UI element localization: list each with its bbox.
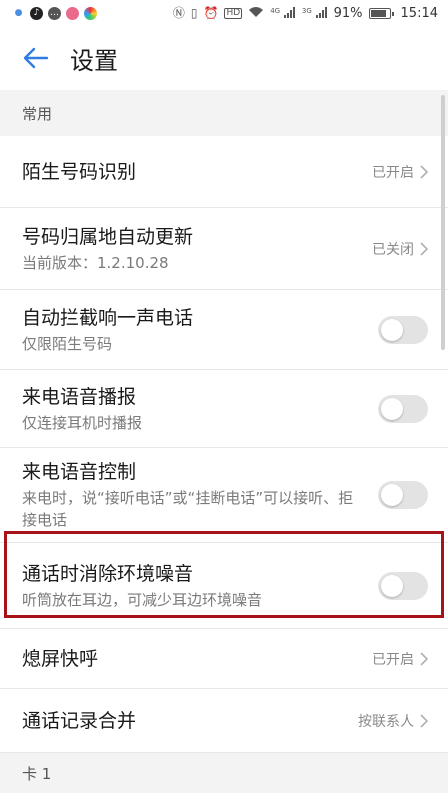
browser-icon [66, 6, 79, 20]
signal-4g-icon: 4G [270, 6, 296, 20]
chevron-right-icon [420, 164, 428, 179]
tiktok-icon: ♪ [30, 6, 43, 20]
row-value: 已关闭 [372, 239, 428, 259]
nfc-icon: Ⓝ [172, 6, 185, 20]
battery-percent: 91% [333, 5, 363, 21]
chevron-right-icon [420, 651, 428, 666]
row-title: 陌生号码识别 [22, 160, 137, 183]
setting-location-update[interactable]: 号码归属地自动更新 当前版本：1.2.10.28 已关闭 [0, 208, 448, 290]
toggle-knob [381, 574, 403, 597]
wifi-icon [248, 6, 264, 20]
notification-icons: ● ♪ … [12, 6, 97, 20]
row-value: 已开启 [372, 162, 428, 182]
setting-voice-announce[interactable]: 来电语音播报 仅连接耳机时播报 [0, 370, 448, 448]
chevron-right-icon [420, 713, 428, 728]
row-text: 来电语音控制 来电时，说“接听电话”或“挂断电话”可以接听、拒接电话 [22, 459, 362, 531]
setting-stranger-number[interactable]: 陌生号码识别 已开启 [0, 136, 448, 208]
row-title: 来电语音控制 [22, 461, 137, 483]
signal-3g-icon: 3G [301, 6, 328, 20]
voice-control-toggle[interactable] [378, 481, 428, 509]
row-text: 通话时消除环境噪音 听筒放在耳边，可减少耳边环境噪音 [22, 561, 262, 611]
row-title: 通话记录合并 [22, 709, 137, 732]
toggle-knob [381, 397, 403, 420]
network-type-label: 4G [270, 6, 281, 15]
row-title: 号码归属地自动更新 [22, 225, 194, 248]
setting-quick-call[interactable]: 熄屏快呼 已开启 [0, 629, 448, 689]
paw-icon: ● [14, 7, 23, 18]
row-value: 按联系人 [358, 711, 428, 731]
setting-voice-control[interactable]: 来电语音控制 来电时，说“接听电话”或“挂断电话”可以接听、拒接电话 [0, 448, 448, 543]
network-type-label: 3G [301, 6, 312, 15]
row-subtitle: 当前版本：1.2.10.28 [22, 253, 169, 272]
row-subtitle: 仅限陌生号码 [22, 334, 113, 353]
value-label: 已开启 [372, 651, 414, 668]
row-text: 来电语音播报 仅连接耳机时播报 [22, 384, 142, 434]
page-title: 设置 [70, 46, 118, 75]
noise-cancel-toggle[interactable] [378, 571, 428, 600]
row-text: 自动拦截响一声电话 仅限陌生号码 [22, 305, 193, 355]
row-text: 号码归属地自动更新 当前版本：1.2.10.28 [22, 224, 193, 274]
back-arrow-icon [23, 47, 49, 69]
row-subtitle: 来电时，说“接听电话”或“挂断电话”可以接听、拒接电话 [22, 489, 354, 529]
row-title: 熄屏快呼 [22, 647, 99, 670]
row-value: 已开启 [372, 649, 428, 669]
row-subtitle: 听筒放在耳边，可减少耳边环境噪音 [22, 590, 263, 609]
battery-fill [370, 9, 386, 17]
chevron-right-icon [420, 241, 428, 256]
section-header-common: 常用 [0, 90, 448, 136]
clock: 15:14 [400, 5, 438, 21]
hd-icon: HD [224, 7, 243, 19]
row-subtitle: 仅连接耳机时播报 [22, 413, 143, 432]
row-title: 来电语音播报 [22, 385, 137, 408]
setting-noise-cancel[interactable]: 通话时消除环境噪音 听筒放在耳边，可减少耳边环境噪音 [0, 543, 448, 629]
auto-block-toggle[interactable] [378, 315, 428, 344]
vibrate-icon: ▯ [190, 6, 198, 20]
colorful-app-icon [84, 6, 97, 20]
app-header: 设置 [0, 26, 448, 90]
row-text: 熄屏快呼 [22, 646, 98, 672]
setting-call-log-merge[interactable]: 通话记录合并 按联系人 [0, 689, 448, 753]
toggle-knob [381, 484, 403, 506]
value-label: 按联系人 [358, 713, 414, 730]
row-text: 通话记录合并 [22, 708, 136, 734]
row-title: 自动拦截响一声电话 [22, 306, 194, 329]
settings-list[interactable]: 常用 陌生号码识别 已开启 号码归属地自动更新 当前版本：1.2.10.28 已… [0, 90, 448, 800]
setting-auto-block[interactable]: 自动拦截响一声电话 仅限陌生号码 [0, 290, 448, 370]
scrollbar[interactable] [441, 95, 445, 350]
toggle-knob [381, 318, 403, 341]
back-button[interactable] [20, 42, 52, 74]
voice-announce-toggle[interactable] [378, 394, 428, 423]
chat-bubble-icon: … [48, 6, 61, 20]
status-bar: ● ♪ … Ⓝ ▯ ⏰ HD 4G 3G 91% 15:14 [0, 0, 448, 26]
value-label: 已开启 [372, 164, 414, 181]
system-icons: Ⓝ ▯ ⏰ HD 4G 3G 91% 15:14 [173, 6, 438, 21]
section-header-sim1: 卡 1 [0, 753, 448, 793]
value-label: 已关闭 [372, 241, 414, 258]
row-title: 通话时消除环境噪音 [22, 562, 194, 585]
alarm-icon: ⏰ [203, 6, 219, 20]
battery-icon [368, 7, 394, 19]
row-text: 陌生号码识别 [22, 159, 136, 185]
